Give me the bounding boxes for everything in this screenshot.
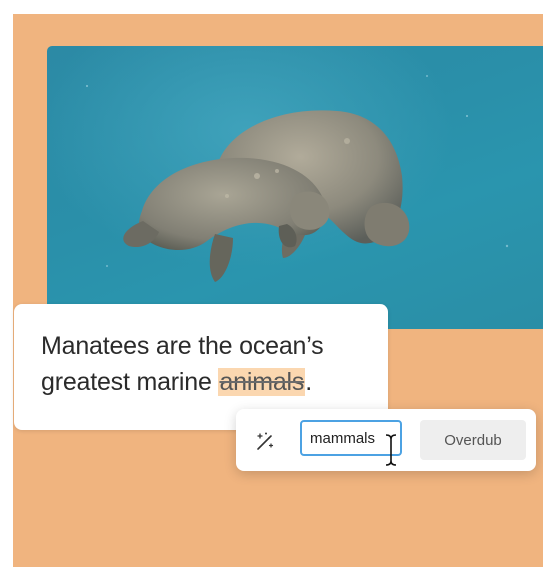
overdub-button[interactable]: Overdub (420, 420, 526, 460)
struck-word[interactable]: animals (218, 368, 306, 396)
magic-wand-icon[interactable] (250, 427, 280, 455)
manatee-photo (47, 46, 543, 329)
transcript-text[interactable]: Manatees are the ocean’s greatest marine… (41, 328, 381, 400)
transcript-text-after: . (305, 368, 312, 396)
text-cursor-icon (383, 433, 399, 467)
